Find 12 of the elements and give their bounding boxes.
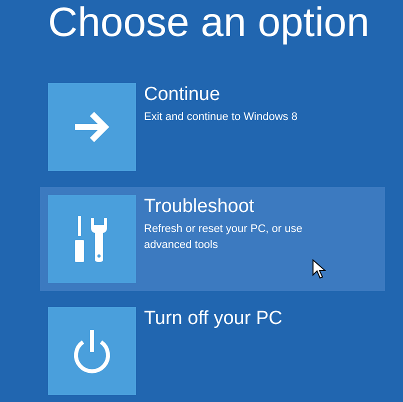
- tools-icon: [75, 216, 109, 262]
- option-description: Exit and continue to Windows 8: [144, 110, 298, 125]
- option-description: Refresh or reset your PC, or use advanced tools: [144, 222, 304, 253]
- power-icon: [71, 328, 113, 374]
- option-tile[interactable]: Troubleshoot Refresh or reset your PC, or use advanced tools: [40, 187, 385, 291]
- mouse-cursor-icon: [312, 259, 326, 279]
- option-tile[interactable]: Continue Exit and continue to Windows 8: [40, 75, 385, 179]
- page-title: Choose an option: [47, 0, 370, 47]
- option-label: Continue: [144, 84, 222, 106]
- option-label: Troubleshoot: [144, 196, 256, 218]
- option-label: Turn off your PC: [144, 308, 282, 330]
- option-tile[interactable]: Turn off your PC: [40, 299, 385, 402]
